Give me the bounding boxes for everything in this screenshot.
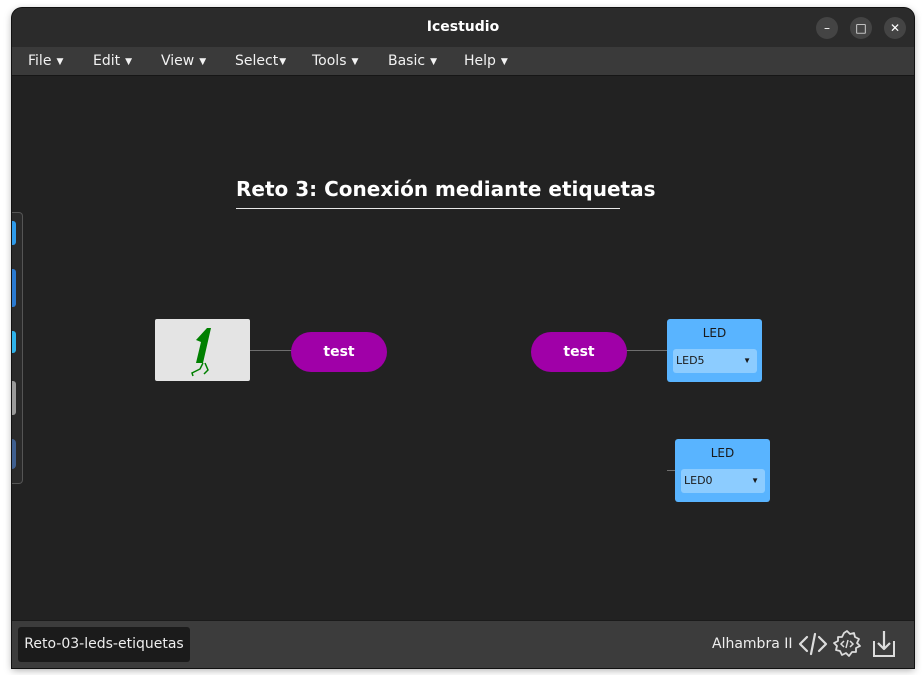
menu-edit[interactable]: Edit ▼ (93, 53, 132, 69)
menu-basic[interactable]: Basic ▼ (388, 53, 437, 69)
chevron-down-icon: ▼ (500, 57, 508, 67)
led-block-title: LED (710, 446, 735, 460)
led-pin-select[interactable]: LED5 ▼ (673, 349, 757, 373)
panel-tab-darkblue[interactable] (12, 269, 16, 307)
menu-view-label: View (161, 53, 195, 69)
menu-select-label: Select (235, 53, 279, 69)
project-file-tab[interactable]: Reto-03-leds-etiquetas (18, 627, 190, 662)
build-settings-icon[interactable] (832, 629, 862, 659)
panel-tab-blue[interactable] (12, 221, 16, 245)
chevron-down-icon: ▼ (351, 57, 359, 67)
menu-bar: File ▼ Edit ▼ View ▼ Select▼ Tools ▼ Basic ▼ … (12, 47, 914, 76)
maximize-button[interactable]: □ (850, 17, 872, 39)
minimize-button[interactable]: – (816, 17, 838, 39)
menu-help-label: Help (464, 53, 496, 69)
upload-icon[interactable] (870, 629, 900, 659)
menu-help[interactable]: Help ▼ (464, 53, 508, 69)
menu-select[interactable]: Select▼ (235, 53, 286, 69)
panel-tab-gray[interactable] (12, 381, 16, 415)
chevron-down-icon: ▼ (430, 57, 437, 67)
status-footer: Reto-03-leds-etiquetas Alhambra II (12, 620, 914, 668)
menu-tools-label: Tools (312, 53, 347, 69)
constant-block[interactable] (155, 319, 250, 381)
design-canvas[interactable]: Reto 3: Conexión mediante etiquetas test… (12, 76, 914, 621)
led-pin-value: LED5 (676, 354, 705, 367)
chevron-down-icon: ▼ (125, 57, 133, 67)
led-block-led0[interactable]: LED LED0 ▼ (675, 439, 770, 502)
chevron-down-icon: ▼ (199, 57, 207, 67)
led-block-led5[interactable]: LED LED5 ▼ (667, 319, 762, 382)
board-selector[interactable]: Alhambra II (712, 636, 793, 652)
chevron-down-icon: ▼ (279, 57, 287, 67)
code-icon[interactable] (798, 629, 828, 659)
led-block-title: LED (702, 326, 727, 340)
canvas-heading: Reto 3: Conexión mediante etiquetas (236, 177, 656, 201)
input-label-test[interactable]: test (531, 332, 627, 372)
chevron-down-icon: ▼ (743, 356, 751, 365)
constant-one-icon (191, 328, 211, 377)
menu-file-label: File (28, 53, 52, 69)
output-label-test[interactable]: test (291, 332, 387, 372)
menu-view[interactable]: View ▼ (161, 53, 206, 69)
chevron-down-icon: ▼ (56, 57, 64, 67)
panel-tab-round[interactable] (12, 439, 16, 469)
window-title: Icestudio (426, 19, 500, 35)
app-window: Icestudio – □ ✕ File ▼ Edit ▼ View ▼ Select… (12, 8, 914, 668)
chevron-down-icon: ▼ (751, 476, 759, 485)
led-pin-select[interactable]: LED0 ▼ (681, 469, 765, 493)
close-button[interactable]: ✕ (884, 17, 906, 39)
side-panel-handle[interactable] (12, 212, 23, 484)
menu-basic-label: Basic (388, 53, 426, 69)
menu-file[interactable]: File ▼ (28, 53, 63, 69)
menu-tools[interactable]: Tools ▼ (312, 53, 358, 69)
wire-constant-to-tag[interactable] (250, 350, 292, 351)
panel-tab-cyan[interactable] (12, 331, 16, 353)
led-pin-value: LED0 (684, 474, 713, 487)
title-bar: Icestudio – □ ✕ (12, 8, 914, 47)
heading-underline (236, 208, 620, 209)
wire-stub-led0[interactable] (667, 470, 675, 471)
menu-edit-label: Edit (93, 53, 121, 69)
wire-tag-to-led[interactable] (626, 350, 668, 351)
